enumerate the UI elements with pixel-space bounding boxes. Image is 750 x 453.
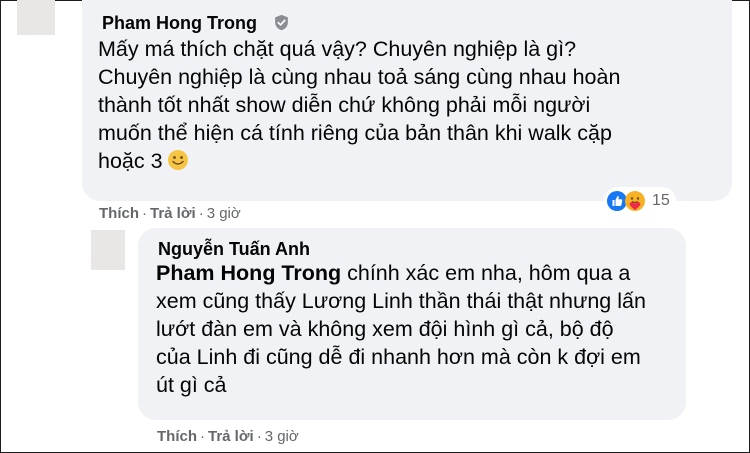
reply-line: chính xác em nha, hôm qua a (341, 261, 631, 285)
like-link[interactable]: Thích (99, 205, 139, 222)
reply-link[interactable]: Trả lời (150, 205, 196, 222)
comment-text: Mấy má thích chặt quá vậy? Chuyên nghiệp… (98, 35, 620, 175)
reply-line: xem cũng thấy Lương Linh thần thái thật … (156, 289, 646, 313)
reply-line: của Linh đi cũng dễ đi nhanh hơn mà còn … (156, 345, 641, 369)
top-fan-badge-icon (275, 14, 288, 31)
comment-line: hoặc 3 (98, 149, 163, 173)
reaction-count: 15 (652, 192, 670, 209)
timestamp-link[interactable]: 3 giờ (265, 428, 299, 445)
timestamp-link[interactable]: 3 giờ (207, 205, 241, 222)
comment-author[interactable]: Pham Hong Trong (102, 13, 257, 34)
smile-emoji-icon (167, 150, 188, 170)
separator: · (200, 428, 205, 445)
reply-line: út gì cả (156, 373, 227, 397)
reply-first-line: Pham Hong Trong chính xác em nha, hôm qu… (156, 259, 646, 287)
comment-line: muốn thể hiện cá tính riêng của bản thân… (98, 121, 612, 145)
like-link[interactable]: Thích (157, 428, 197, 445)
separator: · (198, 205, 204, 222)
reply-author[interactable]: Nguyễn Tuấn Anh (158, 239, 310, 260)
mention-link[interactable]: Pham Hong Trong (156, 261, 341, 285)
avatar[interactable] (17, 0, 55, 35)
comment-line: Chuyên nghiệp là cùng nhau toả sáng cùng… (98, 65, 621, 89)
comment-line: thành tốt nhất show diễn chứ không phải … (98, 93, 591, 117)
reply-avatar[interactable] (91, 230, 125, 270)
separator: · (256, 428, 262, 445)
reply-text: Pham Hong Trong chính xác em nha, hôm qu… (156, 259, 646, 399)
comment-actions: Thích · Trả lời · 3 giờ (99, 205, 241, 222)
comment-line: Mấy má thích chặt quá vậy? Chuyên nghiệp… (98, 37, 577, 61)
comment-last-line: hoặc 3 (98, 147, 620, 175)
reply-link[interactable]: Trả lời (208, 428, 254, 445)
care-icon (625, 191, 645, 211)
reply-actions: Thích · Trả lời · 3 giờ (157, 428, 299, 445)
reply-line: lướt đàn em và không xem đội hình gì cả,… (156, 317, 614, 341)
separator: · (142, 205, 147, 222)
reaction-summary[interactable]: 15 (604, 187, 676, 215)
